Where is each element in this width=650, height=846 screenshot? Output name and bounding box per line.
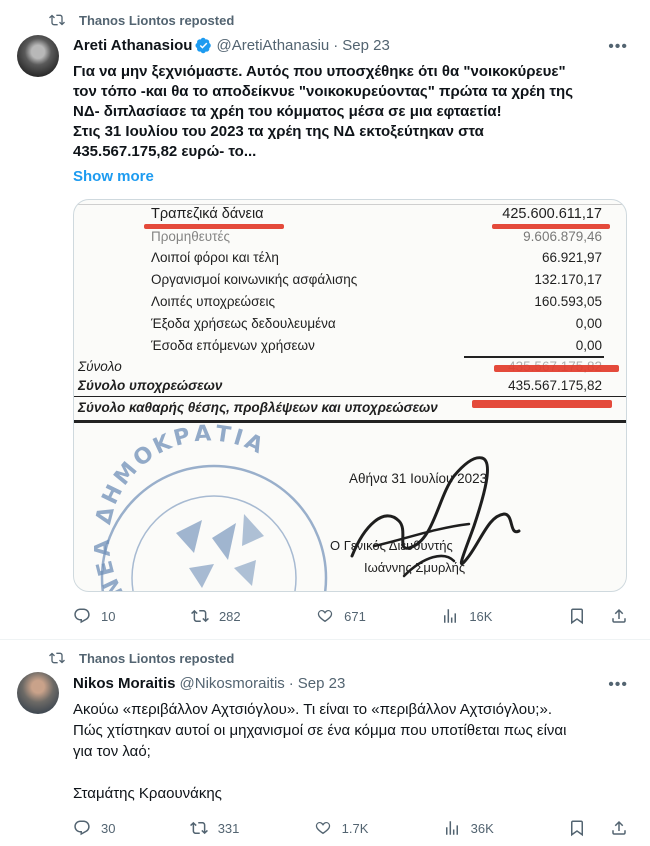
doc-net-label: Σύνολο καθαρής θέσης, προβλέψεων και υπο…	[78, 400, 438, 415]
separator-dot: ·	[288, 675, 294, 692]
bookmark-icon[interactable]	[568, 819, 586, 837]
repost-label[interactable]: Thanos Liontos reposted	[79, 651, 234, 666]
tweet-signature: Σταμάτης Κραουνάκης	[73, 785, 222, 802]
share-icon[interactable]	[610, 819, 628, 837]
tweet-header: Areti Athanasiou @AretiAthanasiu · Sep 2…	[73, 37, 390, 54]
tweet-areti[interactable]: Thanos Liontos reposted Areti Athanasiou…	[0, 0, 650, 640]
repost-label[interactable]: Thanos Liontos reposted	[79, 13, 234, 28]
doc-total-value: 435.567.175,82	[508, 378, 602, 393]
tweet-header: Nikos Moraitis @Nikosmoraitis · Sep 23	[73, 675, 345, 692]
doc-row-value: 160.593,05	[534, 294, 602, 309]
like-count: 671	[344, 608, 366, 624]
tweet-text-line: τον τόπο -και θα το αποδείκνυε "νοικοκυρ…	[73, 83, 574, 100]
tweet-text-line: Στις 31 Ιουλίου του 2023 τα χρέη της ΝΔ …	[73, 123, 484, 140]
divider	[74, 204, 626, 205]
tweet-text: Ακούω «περιβάλλον Αχτσιόγλου». Τι είναι …	[73, 699, 633, 804]
doc-row-label: Έσοδα επόμενων χρήσεων	[151, 338, 315, 353]
doc-row-label: Έξοδα χρήσεως δεδουλευμένα	[151, 316, 336, 331]
repost-count: 331	[217, 820, 240, 836]
tweet-text-line: ΝΔ- διπλασίασε τα χρέη του κόμματος μέσα…	[73, 103, 502, 120]
tweet-actions: 30 331 1.7K 36K	[73, 819, 628, 837]
author-name[interactable]: Areti Athanasiou	[73, 37, 192, 54]
views-icon	[445, 821, 458, 835]
tweet-text-line: για τον λαό;	[73, 743, 151, 760]
like-button[interactable]: 1.7K	[314, 819, 369, 837]
tweet-text: Για να μην ξεχνιόμαστε. Αυτός που υποσχέ…	[73, 62, 633, 162]
doc-row-value: 9.606.879,46	[523, 229, 602, 244]
author-name[interactable]: Nikos Moraitis	[73, 675, 176, 692]
redaction-mark	[472, 400, 612, 408]
doc-row-label: Λοιποί φόροι και τέλη	[151, 250, 279, 265]
show-more-link[interactable]: Show more	[73, 168, 154, 185]
reply-icon	[74, 820, 90, 836]
like-icon	[315, 821, 330, 835]
like-icon	[317, 609, 333, 623]
retweet-icon	[191, 609, 209, 623]
sum-underline	[464, 356, 604, 358]
doc-total-label: Σύνολο υποχρεώσεων	[78, 378, 223, 393]
doc-row-value: 0,00	[575, 338, 602, 353]
retweet-icon	[189, 821, 208, 835]
party-seal-image: ΝΕΑ ΔΗΜΟΚΡΑΤΙΑ	[94, 421, 328, 591]
tweet-text-line: Ακούω «περιβάλλον Αχτσιόγλου». Τι είναι …	[73, 701, 552, 718]
doc-row-label: Τραπεζικά δάνεια	[151, 206, 264, 222]
repost-icon	[49, 14, 65, 26]
doc-row-value: 132.170,17	[534, 272, 602, 287]
verified-icon	[195, 37, 212, 54]
doc-sum-label: Σύνολο	[78, 359, 122, 374]
views-count: 36K	[470, 820, 494, 836]
like-button[interactable]: 671	[316, 607, 366, 625]
author-handle[interactable]: @Nikosmoraitis	[180, 675, 285, 692]
separator-dot: ·	[333, 37, 339, 54]
share-icon[interactable]	[610, 607, 628, 625]
repost-indicator: Thanos Liontos reposted	[49, 650, 234, 666]
views-button[interactable]: 16K	[441, 607, 492, 625]
tweet-actions: 10 282 671 16K	[73, 607, 628, 625]
divider	[74, 396, 626, 397]
doc-row-value: 66.921,97	[541, 250, 602, 265]
tweet-date[interactable]: Sep 23	[342, 37, 390, 54]
repost-icon	[49, 652, 65, 664]
redaction-mark	[144, 224, 284, 229]
views-count: 16K	[469, 608, 493, 624]
redaction-mark	[494, 365, 619, 372]
more-icon[interactable]: •••	[608, 676, 628, 694]
reply-count: 10	[101, 608, 116, 624]
tweet-nikos[interactable]: Thanos Liontos reposted Nikos Moraitis @…	[0, 641, 650, 846]
reply-icon	[74, 608, 90, 624]
reply-count: 30	[101, 820, 116, 836]
views-icon	[444, 609, 457, 623]
views-button[interactable]: 36K	[443, 819, 494, 837]
tweet-text-line: Για να μην ξεχνιόμαστε. Αυτός που υποσχέ…	[73, 63, 566, 80]
repost-button[interactable]: 282	[191, 607, 241, 625]
avatar[interactable]	[17, 35, 59, 77]
author-handle[interactable]: @AretiAthanasiu	[216, 37, 329, 54]
redaction-mark	[492, 224, 610, 229]
tweet-date[interactable]: Sep 23	[298, 675, 346, 692]
tweet-text-line: Πώς χτίστηκαν αυτοί οι μηχανισμοί σε ένα…	[73, 722, 567, 739]
doc-row-label: Προμηθευτές	[151, 229, 230, 244]
doc-row-value: 425.600.611,17	[502, 206, 602, 222]
more-icon[interactable]: •••	[608, 38, 628, 56]
repost-count: 282	[218, 608, 241, 624]
tweet-text-line: 435.567.175,82 ευρώ- το...	[73, 143, 257, 160]
handwritten-signature	[350, 456, 521, 578]
repost-button[interactable]: 331	[189, 819, 240, 837]
reply-button[interactable]: 30	[73, 819, 115, 837]
reply-button[interactable]: 10	[73, 607, 115, 625]
repost-indicator: Thanos Liontos reposted	[49, 12, 234, 28]
like-count: 1.7K	[341, 820, 369, 836]
doc-row-label: Λοιπές υποχρεώσεις	[151, 294, 275, 309]
bookmark-icon[interactable]	[568, 607, 586, 625]
tweet-image-document[interactable]: Τραπεζικά δάνεια 425.600.611,17 Προμηθευ…	[73, 199, 627, 592]
doc-row-value: 0,00	[575, 316, 602, 331]
doc-row-label: Οργανισμοί κοινωνικής ασφάλισης	[151, 272, 358, 287]
avatar[interactable]	[17, 672, 59, 714]
